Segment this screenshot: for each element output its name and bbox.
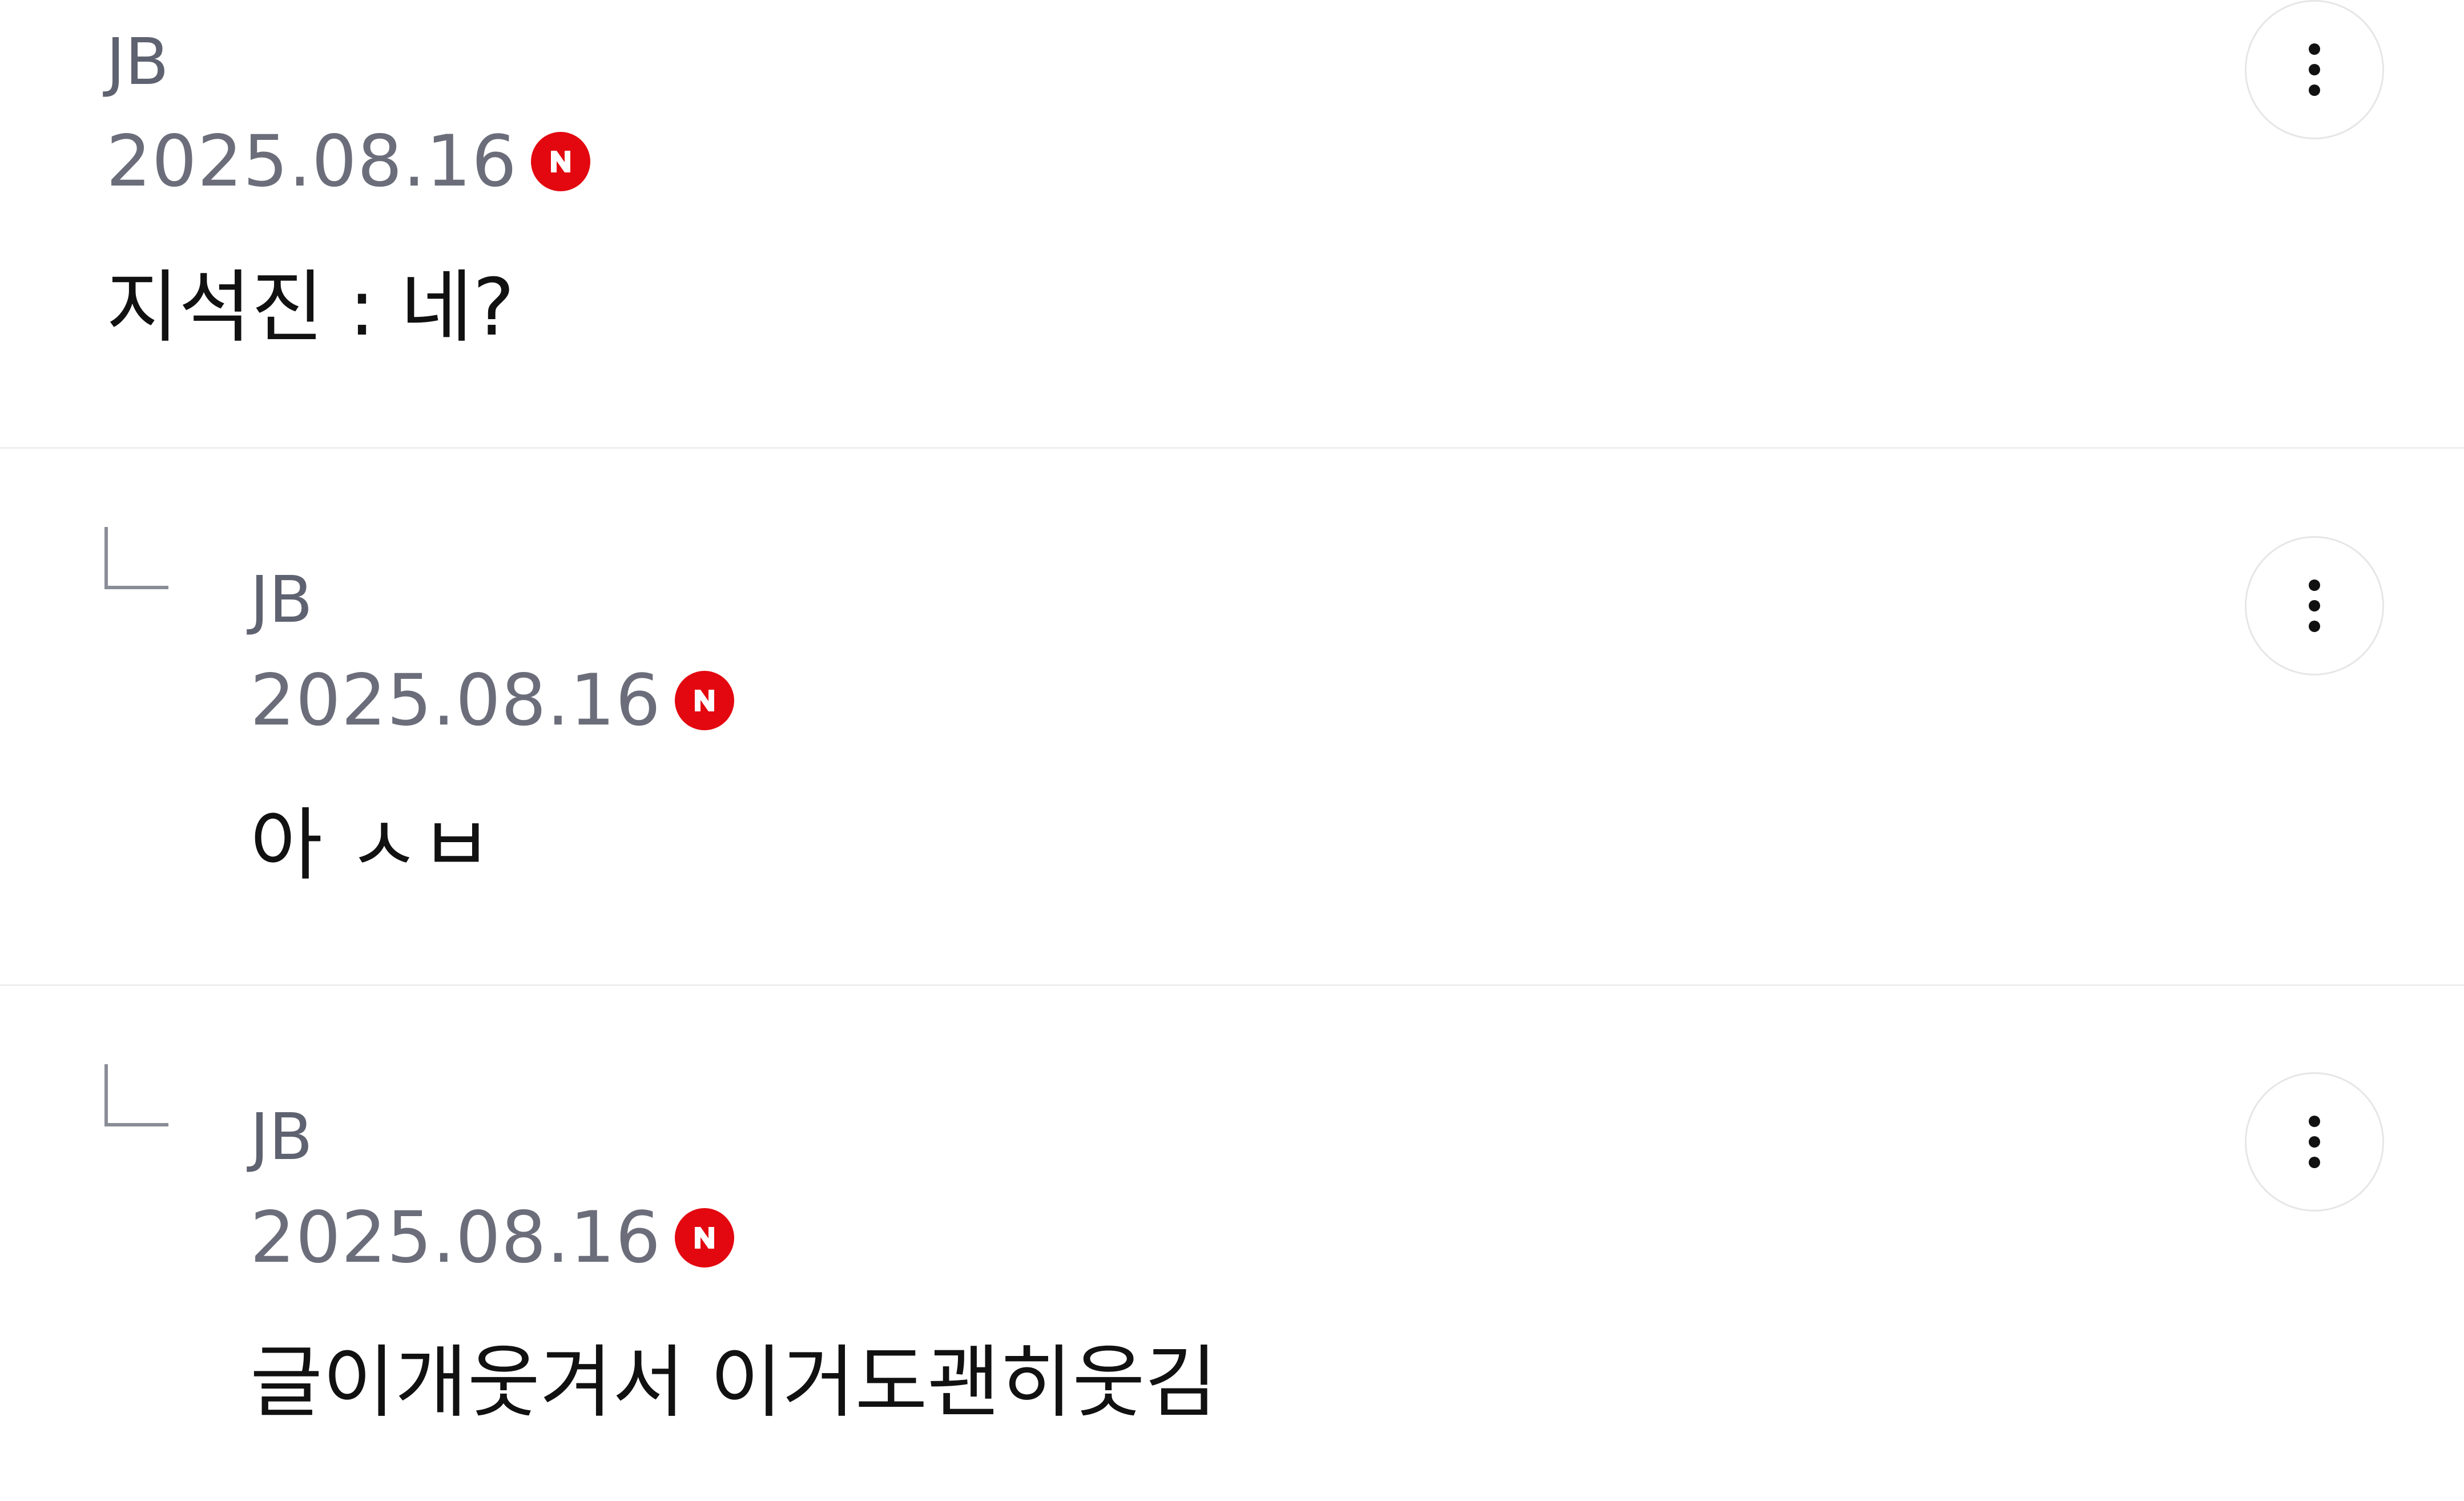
divider [0,447,2464,449]
comment-date: 2025.08.16 [250,659,661,742]
comment-meta: 2025.08.16 [250,1201,734,1275]
comment-meta: 2025.08.16 [250,663,734,738]
comment-author[interactable]: JB [106,30,169,94]
comment-author[interactable]: JB [250,568,313,632]
more-options-button[interactable] [2245,0,2384,139]
more-options-button[interactable] [2245,1072,2384,1212]
comment-meta: 2025.08.16 [106,124,590,199]
comment-text: 지석진 : 네? [106,261,515,353]
reply-arrow-icon [104,527,168,589]
naver-n-icon [674,671,734,730]
naver-n-icon [674,1208,734,1267]
comment-date: 2025.08.16 [106,120,517,203]
reply-arrow-icon [104,1064,168,1126]
comment-text: 아 ㅅㅂ [250,799,493,891]
more-vertical-icon [2309,43,2320,96]
comment-author[interactable]: JB [250,1105,313,1169]
divider [0,984,2464,986]
comment-text: 글이개웃겨서 이거도괜히웃김 [250,1337,1218,1428]
reply-item: JB 2025.08.16 아 ㅅㅂ [0,449,2464,985]
more-vertical-icon [2309,580,2320,632]
comment-date: 2025.08.16 [250,1197,661,1279]
comment-item: JB 2025.08.16 지석진 : 네? [0,0,2464,448]
more-options-button[interactable] [2245,536,2384,675]
naver-n-icon [530,132,590,191]
reply-item: JB 2025.08.16 글이개웃겨서 이거도괜히웃김 [0,987,2464,1501]
more-vertical-icon [2309,1116,2320,1168]
